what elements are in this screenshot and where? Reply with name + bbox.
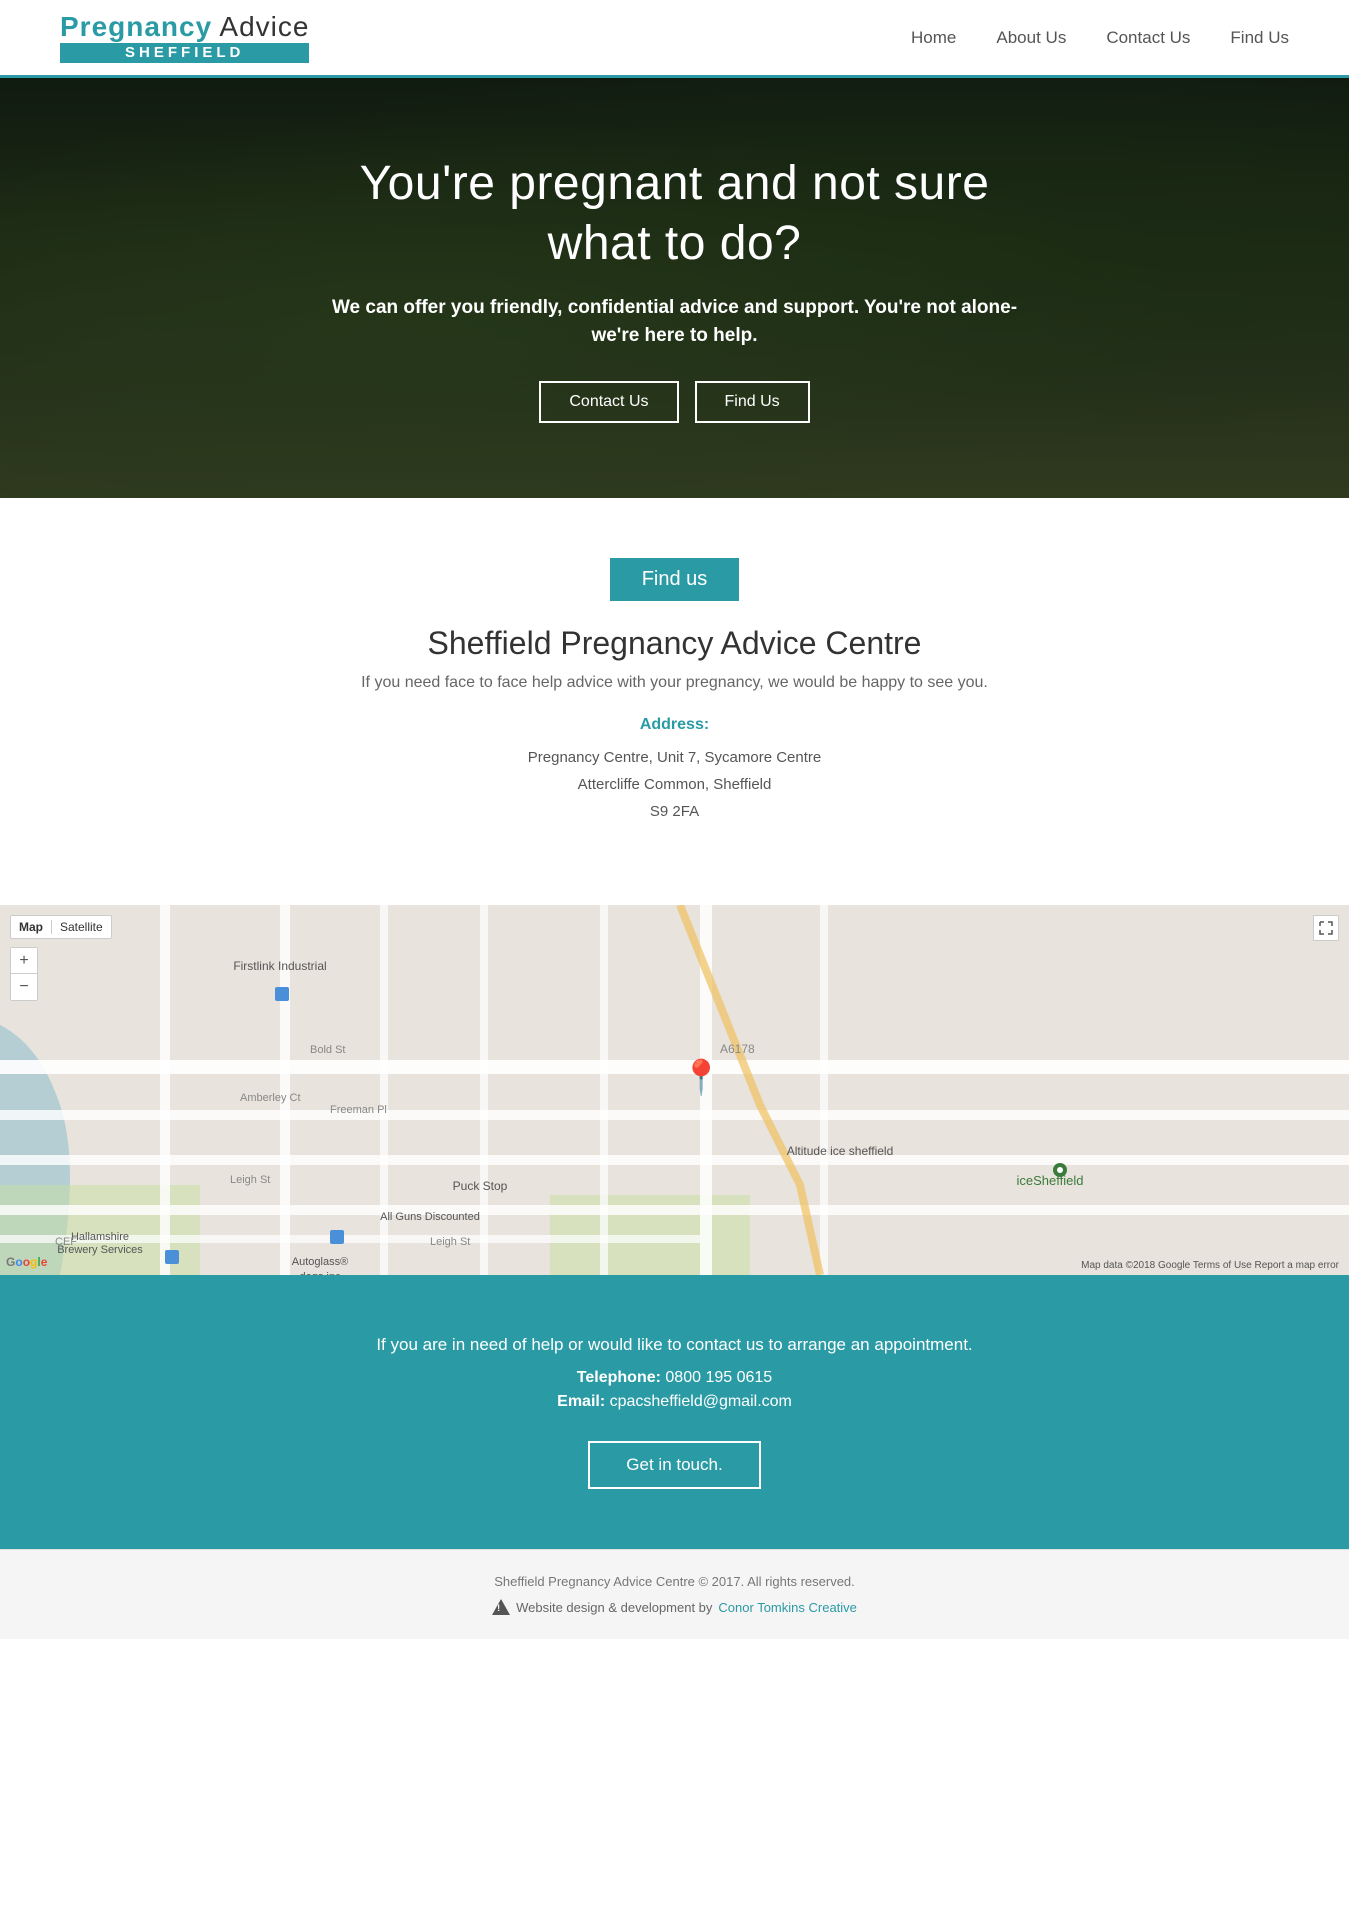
hero-title: You're pregnant and not sure what to do? [320, 154, 1030, 274]
contact-telephone: Telephone: 0800 195 0615 [20, 1369, 1329, 1387]
svg-text:Leigh St: Leigh St [430, 1236, 470, 1248]
map-zoom-in-button[interactable]: + [11, 948, 37, 974]
hero-contact-button[interactable]: Contact Us [539, 381, 678, 423]
map-svg: Bold St Amberley Ct Leigh St Freeman Pl … [0, 905, 1349, 1275]
hero-section: You're pregnant and not sure what to do?… [0, 78, 1349, 498]
contact-email-label: Email: [557, 1393, 605, 1410]
svg-text:Bold St: Bold St [310, 1044, 345, 1056]
svg-text:Hallamshire: Hallamshire [71, 1231, 129, 1243]
hero-content: You're pregnant and not sure what to do?… [300, 134, 1050, 443]
map-zoom-out-button[interactable]: − [11, 974, 37, 1000]
svg-text:CEF: CEF [55, 1236, 77, 1248]
footer-dev-text: Website design & development by [516, 1600, 712, 1615]
address-text: Pregnancy Centre, Unit 7, Sycamore Centr… [20, 744, 1329, 825]
svg-text:Leigh St: Leigh St [230, 1174, 270, 1186]
nav-about[interactable]: About Us [996, 28, 1066, 48]
find-us-badge: Find us [610, 558, 740, 601]
address-label: Address: [20, 716, 1329, 734]
logo-pregnancy: Pregnancy [60, 11, 212, 42]
contact-telephone-value: 0800 195 0615 [665, 1369, 772, 1386]
map-tab-bar: Map Satellite [10, 915, 112, 939]
site-footer: Sheffield Pregnancy Advice Centre © 2017… [0, 1549, 1349, 1639]
svg-text:Puck Stop: Puck Stop [453, 1179, 508, 1193]
main-nav: Home About Us Contact Us Find Us [911, 28, 1289, 48]
map-fullscreen-button[interactable] [1313, 915, 1339, 941]
svg-text:Firstlink Industrial: Firstlink Industrial [233, 959, 326, 973]
hero-find-button[interactable]: Find Us [695, 381, 810, 423]
svg-text:Freeman Pl: Freeman Pl [330, 1104, 387, 1116]
find-us-description: If you need face to face help advice wit… [20, 674, 1329, 692]
svg-text:Altitude ice sheffield: Altitude ice sheffield [787, 1144, 894, 1158]
map-attribution: Map data ©2018 Google Terms of Use Repor… [1081, 1260, 1339, 1271]
footer-dev-link[interactable]: Conor Tomkins Creative [718, 1600, 856, 1615]
nav-contact[interactable]: Contact Us [1106, 28, 1190, 48]
address-line2: Attercliffe Common, Sheffield [20, 771, 1329, 798]
svg-text:iceSheffield: iceSheffield [1017, 1173, 1084, 1188]
map-zoom-controls: + − [10, 947, 38, 1001]
footer-copyright: Sheffield Pregnancy Advice Centre © 2017… [20, 1574, 1329, 1589]
logo-text-top: Pregnancy Advice [60, 12, 309, 43]
contact-section: If you are in need of help or would like… [0, 1275, 1349, 1549]
map-google-logo: Google [6, 1255, 47, 1269]
map-tab-map[interactable]: Map [11, 916, 51, 938]
svg-text:Amberley Ct: Amberley Ct [240, 1092, 301, 1104]
find-us-title: Sheffield Pregnancy Advice Centre [20, 625, 1329, 662]
map-pin-marker: 📍 [680, 1058, 722, 1098]
map-container: Bold St Amberley Ct Leigh St Freeman Pl … [0, 905, 1349, 1275]
get-in-touch-button[interactable]: Get in touch. [588, 1441, 760, 1489]
logo-text-bottom: SHEFFIELD [60, 43, 309, 64]
find-us-section: Find us Sheffield Pregnancy Advice Centr… [0, 498, 1349, 905]
svg-text:A6178: A6178 [720, 1042, 755, 1056]
site-header: Pregnancy Advice SHEFFIELD Home About Us… [0, 0, 1349, 78]
svg-text:dogs inc: dogs inc [300, 1271, 341, 1275]
map-tab-satellite[interactable]: Satellite [52, 916, 111, 938]
address-line3: S9 2FA [20, 798, 1329, 825]
contact-email: Email: cpacsheffield@gmail.com [20, 1393, 1329, 1411]
logo-advice: Advice [212, 11, 309, 42]
svg-text:Autoglass®: Autoglass® [292, 1256, 348, 1268]
contact-telephone-label: Telephone: [577, 1369, 661, 1386]
svg-text:All Guns Discounted: All Guns Discounted [380, 1211, 480, 1223]
footer-dev-credit: Website design & development by Conor To… [20, 1599, 1329, 1615]
nav-find[interactable]: Find Us [1230, 28, 1289, 48]
contact-email-value: cpacsheffield@gmail.com [610, 1393, 792, 1410]
contact-text: If you are in need of help or would like… [20, 1335, 1329, 1355]
hero-buttons: Contact Us Find Us [320, 381, 1030, 423]
svg-text:City Electrical Factors: City Electrical Factors [17, 1274, 124, 1275]
hero-subtitle: We can offer you friendly, confidential … [320, 294, 1030, 351]
fullscreen-icon [1319, 921, 1333, 935]
address-line1: Pregnancy Centre, Unit 7, Sycamore Centr… [20, 744, 1329, 771]
warning-icon [492, 1599, 510, 1615]
nav-home[interactable]: Home [911, 28, 956, 48]
logo: Pregnancy Advice SHEFFIELD [60, 12, 309, 63]
